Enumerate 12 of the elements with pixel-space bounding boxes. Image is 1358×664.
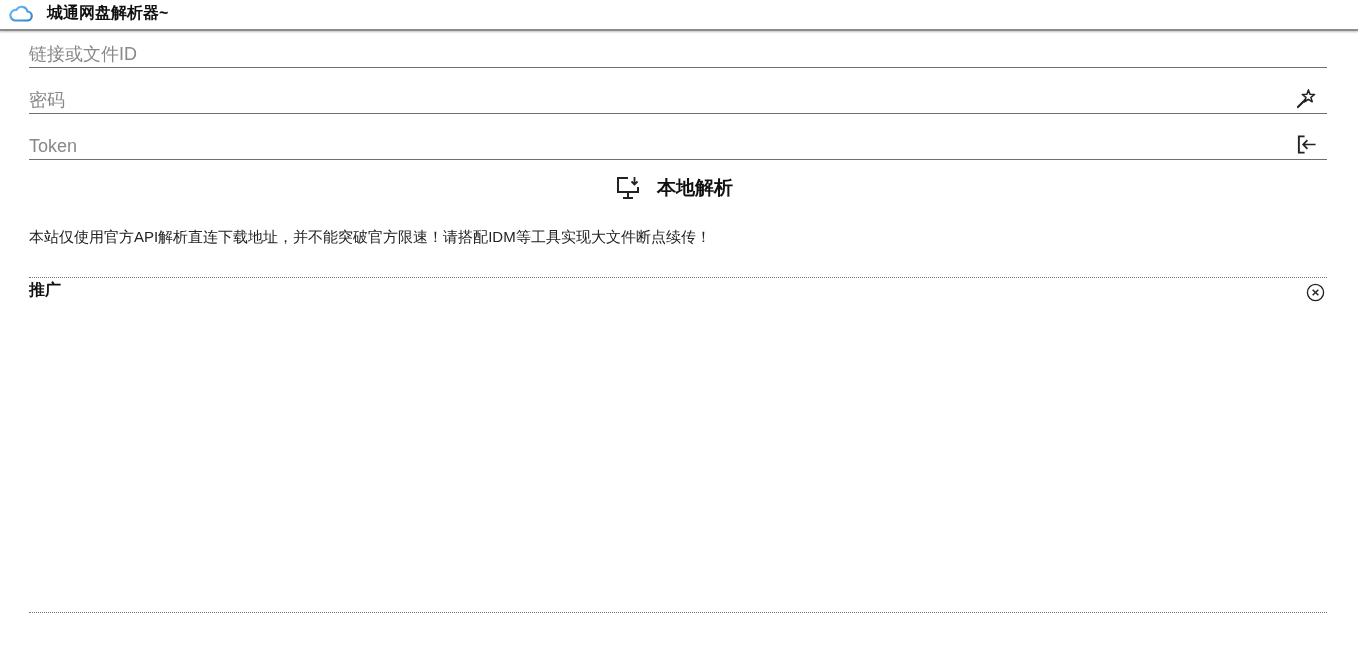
close-icon[interactable] xyxy=(1306,283,1325,302)
promo-title: 推广 xyxy=(29,280,61,300)
cloud-logo-icon xyxy=(9,5,33,22)
input-field[interactable]: Token xyxy=(29,123,1296,159)
notice-text: 本站仅使用官方API解析直连下载地址，并不能突破官方限速！请搭配IDM等工具实现大文件断点续传！ xyxy=(29,227,712,247)
local-parse-button[interactable]: 本地解析 xyxy=(611,169,737,207)
monitor-download-icon xyxy=(615,176,641,200)
app-title: 城通网盘解析器~ xyxy=(47,3,169,23)
input-field[interactable]: 链接或文件ID xyxy=(29,31,1327,67)
input-field[interactable]: 密码 xyxy=(29,77,1296,113)
magic-wand-icon[interactable] xyxy=(1296,88,1317,109)
arrow-into-bracket-icon[interactable] xyxy=(1296,134,1317,155)
